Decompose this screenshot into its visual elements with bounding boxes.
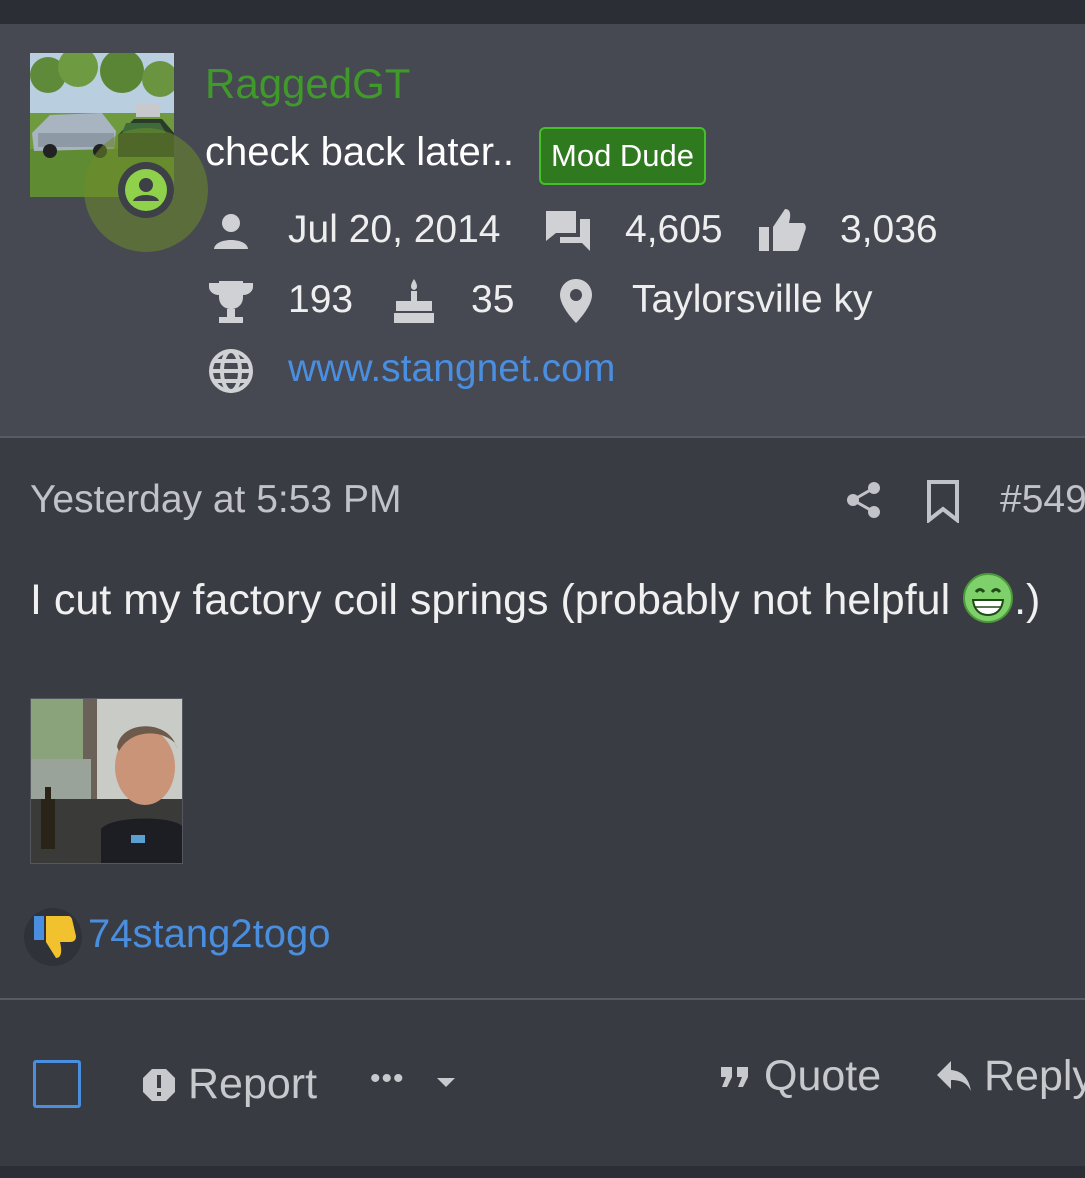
website-link[interactable]: www.stangnet.com <box>288 347 615 391</box>
chevron-down-icon[interactable] <box>434 1074 458 1092</box>
thumbs-up-icon <box>756 206 808 254</box>
post-message: I cut my factory coil springs (probably … <box>30 572 1040 625</box>
user-age: 35 <box>471 278 515 321</box>
messages-icon <box>543 208 593 254</box>
report-button[interactable]: Report <box>188 1060 317 1109</box>
post-text-end: .) <box>1014 576 1041 624</box>
reaction-score: 3,036 <box>840 208 938 251</box>
joined-date: Jul 20, 2014 <box>288 208 501 251</box>
trophy-icon <box>206 278 256 326</box>
reply-button[interactable]: Reply <box>984 1052 1085 1101</box>
thumbs-down-reaction-icon[interactable] <box>24 908 82 966</box>
post-number[interactable]: #549 <box>1000 478 1085 522</box>
attachment-thumbnail[interactable] <box>30 698 183 864</box>
grinning-emoji-icon <box>962 572 1014 624</box>
post-timestamp[interactable]: Yesterday at 5:53 PM <box>30 478 401 522</box>
user-title: check back later.. <box>205 130 515 174</box>
user-icon <box>208 208 254 254</box>
more-options-button[interactable]: ••• <box>370 1062 405 1096</box>
reaction-user-link[interactable]: 74stang2togo <box>88 912 330 957</box>
user-banner-badge: Mod Dude <box>539 127 707 185</box>
bottom-strip <box>0 1166 1085 1178</box>
trophy-points: 193 <box>288 278 354 321</box>
location-pin-icon <box>556 276 596 326</box>
online-user-icon <box>118 162 174 218</box>
select-post-checkbox[interactable] <box>33 1060 81 1108</box>
quote-icon[interactable] <box>718 1062 752 1092</box>
reply-icon[interactable] <box>934 1058 974 1094</box>
username[interactable]: RaggedGT <box>205 60 410 108</box>
bookmark-icon[interactable] <box>924 478 962 524</box>
globe-icon <box>207 347 255 395</box>
message-count: 4,605 <box>625 208 723 251</box>
quote-button[interactable]: Quote <box>764 1052 881 1101</box>
share-icon[interactable] <box>845 480 883 520</box>
birthday-cake-icon <box>391 276 437 326</box>
report-icon[interactable] <box>140 1066 178 1104</box>
top-strip <box>0 0 1085 24</box>
user-location: Taylorsville ky <box>632 278 873 321</box>
post-text: I cut my factory coil springs (probably … <box>30 576 963 624</box>
